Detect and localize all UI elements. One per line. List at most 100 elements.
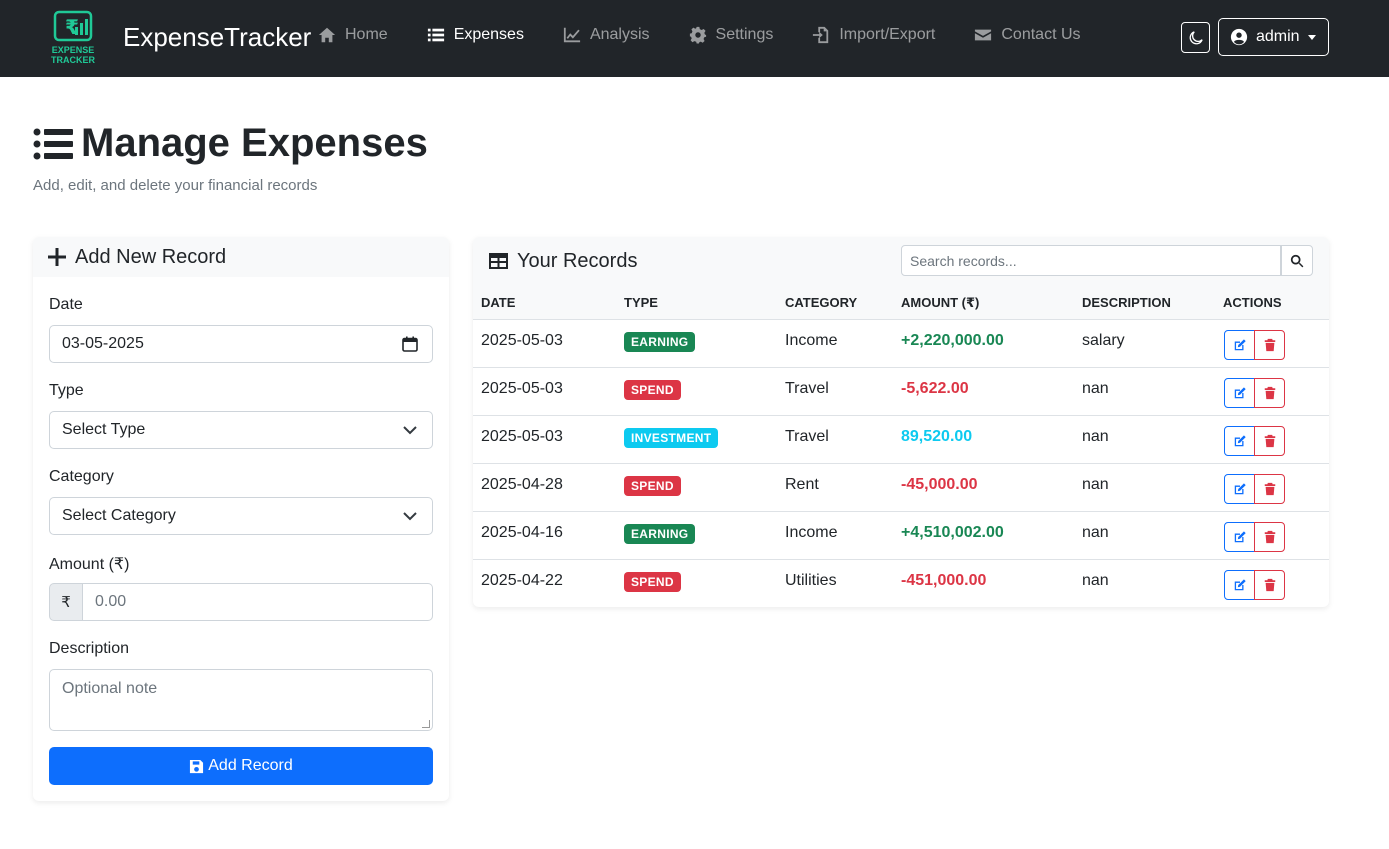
col-type: TYPE xyxy=(624,295,658,310)
table-icon xyxy=(489,253,508,269)
type-badge: EARNING xyxy=(624,524,696,544)
user-menu-button[interactable]: admin xyxy=(1218,18,1329,56)
rupee-chart-icon: ₹ EXPENSE TRACKER xyxy=(51,10,95,65)
resize-handle[interactable] xyxy=(422,720,430,728)
type-badge: SPEND xyxy=(624,572,681,592)
edit-icon xyxy=(1234,579,1246,591)
row-category: Income xyxy=(785,332,838,349)
delete-button[interactable] xyxy=(1254,378,1285,408)
category-select-value: Select Category xyxy=(62,507,176,524)
edit-icon xyxy=(1234,339,1246,351)
row-description: nan xyxy=(1082,428,1109,445)
search-input[interactable]: Search records... xyxy=(901,245,1281,276)
category-select[interactable]: Select Category xyxy=(49,497,433,535)
row-description: salary xyxy=(1082,332,1125,349)
navbar: ₹ EXPENSE TRACKER ExpenseTracker Home Ex… xyxy=(0,0,1389,77)
row-date: 2025-04-16 xyxy=(481,524,563,541)
file-import-icon xyxy=(813,26,829,44)
row-amount: +2,220,000.00 xyxy=(901,332,1004,349)
records-card: Your Records Search records... DATE TYPE… xyxy=(473,237,1329,607)
type-select-value: Select Type xyxy=(62,421,146,438)
table-row: 2025-05-03 SPEND Travel -5,622.00 nan xyxy=(473,368,1329,416)
list-icon xyxy=(427,28,444,42)
svg-text:EXPENSE: EXPENSE xyxy=(52,45,95,55)
row-amount: -451,000.00 xyxy=(901,572,987,589)
date-label: Date xyxy=(49,296,83,313)
row-description: nan xyxy=(1082,380,1109,397)
edit-button[interactable] xyxy=(1224,426,1255,456)
row-amount: -5,622.00 xyxy=(901,380,969,397)
amount-input[interactable]: 0.00 xyxy=(83,583,433,621)
delete-button[interactable] xyxy=(1254,570,1285,600)
col-category: CATEGORY xyxy=(785,295,858,310)
row-description: nan xyxy=(1082,524,1109,541)
description-textarea[interactable]: Optional note xyxy=(49,669,433,731)
delete-button[interactable] xyxy=(1254,522,1285,552)
trash-icon xyxy=(1264,434,1275,448)
edit-icon xyxy=(1234,531,1246,543)
col-actions: ACTIONS xyxy=(1223,295,1282,310)
calendar-icon[interactable] xyxy=(402,336,418,352)
moon-icon xyxy=(1189,30,1203,44)
col-amount: AMOUNT (₹) xyxy=(901,295,980,310)
trash-icon xyxy=(1264,338,1275,352)
row-description: nan xyxy=(1082,572,1109,589)
col-date: DATE xyxy=(481,295,516,310)
chevron-down-icon xyxy=(403,512,417,521)
theme-toggle-button[interactable] xyxy=(1181,22,1210,53)
envelope-icon xyxy=(975,29,992,41)
row-date: 2025-04-22 xyxy=(481,572,563,589)
table-row: 2025-05-03 INVESTMENT Travel 89,520.00 nan xyxy=(473,416,1329,464)
search-button[interactable] xyxy=(1281,245,1313,276)
type-select[interactable]: Select Type xyxy=(49,411,433,449)
nav-contact[interactable]: Contact Us xyxy=(974,26,1081,44)
edit-button[interactable] xyxy=(1224,330,1255,360)
edit-button[interactable] xyxy=(1224,378,1255,408)
add-record-title: Add New Record xyxy=(75,245,227,268)
nav-expenses[interactable]: Expenses xyxy=(427,26,524,44)
row-category: Utilities xyxy=(785,572,837,589)
delete-button[interactable] xyxy=(1254,474,1285,504)
list-icon xyxy=(33,128,73,159)
records-search: Search records... xyxy=(901,245,1313,276)
description-placeholder: Optional note xyxy=(62,680,158,697)
description-label: Description xyxy=(49,640,130,657)
row-date: 2025-05-03 xyxy=(481,428,563,445)
nav-import-export-label: Import/Export xyxy=(839,26,936,43)
row-amount: -45,000.00 xyxy=(901,476,978,493)
brand-name[interactable]: ExpenseTracker xyxy=(123,22,311,53)
edit-button[interactable] xyxy=(1224,522,1255,552)
type-badge: SPEND xyxy=(624,380,681,400)
delete-button[interactable] xyxy=(1254,330,1285,360)
nav-analysis[interactable]: Analysis xyxy=(563,26,650,44)
chart-line-icon xyxy=(563,27,581,43)
type-badge: EARNING xyxy=(624,332,696,352)
edit-button[interactable] xyxy=(1224,570,1255,600)
svg-text:TRACKER: TRACKER xyxy=(51,55,95,65)
add-record-button-label: Add Record xyxy=(208,757,293,774)
row-category: Travel xyxy=(785,428,829,445)
nav-settings-label: Settings xyxy=(715,26,774,43)
home-icon xyxy=(318,27,336,43)
nav-home[interactable]: Home xyxy=(318,26,388,44)
date-field[interactable]: 03-05-2025 xyxy=(49,325,433,363)
edit-button[interactable] xyxy=(1224,474,1255,504)
table-row: 2025-04-22 SPEND Utilities -451,000.00 nan xyxy=(473,560,1329,608)
amount-group: ₹ 0.00 xyxy=(49,583,433,621)
category-label: Category xyxy=(49,468,114,485)
nav-import-export[interactable]: Import/Export xyxy=(812,26,935,44)
row-category: Income xyxy=(785,524,838,541)
trash-icon xyxy=(1264,482,1275,496)
save-icon xyxy=(190,759,204,773)
nav-contact-label: Contact Us xyxy=(1001,26,1081,43)
brand-logo[interactable]: ₹ EXPENSE TRACKER xyxy=(48,10,98,66)
add-record-button[interactable]: Add Record xyxy=(49,747,433,785)
user-circle-icon xyxy=(1230,28,1248,46)
table-row: 2025-04-28 SPEND Rent -45,000.00 nan xyxy=(473,464,1329,512)
delete-button[interactable] xyxy=(1254,426,1285,456)
page-subtitle: Add, edit, and delete your financial rec… xyxy=(33,177,318,194)
search-icon xyxy=(1290,254,1304,267)
row-date: 2025-05-03 xyxy=(481,332,563,349)
nav-expenses-label: Expenses xyxy=(453,26,524,43)
nav-settings[interactable]: Settings xyxy=(689,26,774,44)
